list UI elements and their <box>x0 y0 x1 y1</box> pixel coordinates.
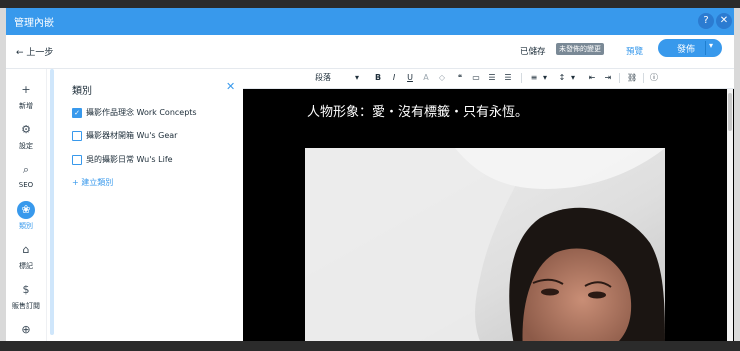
checkbox[interactable] <box>72 155 82 165</box>
post-image[interactable] <box>305 148 665 351</box>
help-icon[interactable]: ? <box>698 13 714 29</box>
background-window-strip <box>0 0 740 8</box>
plus-icon: + <box>21 83 31 96</box>
toolbar-divider <box>643 73 644 83</box>
category-label: 吳的攝影日常 Wu's Life <box>86 155 173 164</box>
panel-scrollbar[interactable] <box>50 69 54 335</box>
nav-label: SEO <box>18 181 34 189</box>
nav-item-seo[interactable]: ⌕ SEO <box>6 161 46 189</box>
nav-label: 新增 <box>19 102 33 110</box>
save-status: 已儲存 <box>520 47 546 57</box>
manage-post-modal: 管理內嵌 ? ✕ ← 上一步 已儲存 未發佈的變更 預覽 發佈 ▾ + 新增 ⚙… <box>6 8 734 351</box>
line-spacing-icon[interactable]: ↕ <box>557 72 567 84</box>
numbered-list-icon[interactable]: ☰ <box>487 72 497 84</box>
decrease-indent-icon[interactable]: ⇤ <box>587 72 597 84</box>
chevron-down-icon[interactable]: ▾ <box>709 41 713 50</box>
gear-icon: ⚙ <box>21 123 31 136</box>
chevron-down-icon[interactable]: ▾ <box>353 72 361 84</box>
nav-label: 類別 <box>19 222 33 230</box>
toolbar-divider <box>619 73 620 83</box>
panel-title: 類別 <box>72 86 92 97</box>
toolbar-divider <box>521 73 522 83</box>
categories-icon: ❀ <box>17 201 35 219</box>
search-icon: ⌕ <box>22 163 30 176</box>
checkbox-checked[interactable]: ✓ <box>72 108 82 118</box>
publish-button[interactable]: 發佈 ▾ <box>658 39 722 57</box>
post-editor[interactable]: 段落 ▾ B I U A ◇ ❝ ▭ ☰ ☰ ≡ ▾ ↕ ▾ ⇤ ⇥ ⛓ ⓘ 人… <box>243 69 734 351</box>
increase-indent-icon[interactable]: ⇥ <box>603 72 613 84</box>
nav-item-tags[interactable]: ⌂ 標記 <box>6 241 46 271</box>
globe-icon: ⊕ <box>21 323 31 336</box>
info-icon[interactable]: ⓘ <box>649 72 659 84</box>
scroll-thumb[interactable] <box>728 93 732 131</box>
nav-label: 設定 <box>19 142 33 150</box>
left-nav: + 新增 ⚙ 設定 ⌕ SEO ❀ 類別 ⌂ 標記 $ 販售訂閱 ⊕ 翻譯 <box>6 69 47 351</box>
editor-toolbar: 段落 ▾ B I U A ◇ ❝ ▭ ☰ ☰ ≡ ▾ ↕ ▾ ⇤ ⇥ ⛓ ⓘ <box>243 69 734 89</box>
editor-scrollbar[interactable] <box>727 89 733 351</box>
underline-button[interactable]: U <box>405 72 415 84</box>
nav-label: 販售訂閱 <box>12 302 40 310</box>
dollar-icon: $ <box>22 283 30 296</box>
align-icon[interactable]: ≡ <box>529 72 539 84</box>
publish-divider <box>705 41 706 55</box>
nav-item-subscriptions[interactable]: $ 販售訂閱 <box>6 281 46 311</box>
post-heading[interactable]: 人物形象：愛・沒有標籤・只有永恆。 <box>307 101 528 120</box>
portrait-photo <box>305 148 665 351</box>
link-icon[interactable]: ⛓ <box>627 72 637 84</box>
categories-panel: 類別 ✕ ✓ 攝影作品理念 Work Concepts 攝影器材開箱 Wu's … <box>50 69 242 351</box>
paragraph-style-select[interactable]: 段落 <box>311 72 335 84</box>
editor-topbar: ← 上一步 已儲存 未發佈的變更 預覽 發佈 ▾ <box>6 35 734 69</box>
nav-item-settings[interactable]: ⚙ 設定 <box>6 121 46 151</box>
unpublished-badge: 未發佈的變更 <box>556 43 604 55</box>
close-icon[interactable]: ✕ <box>716 13 732 29</box>
close-icon[interactable]: ✕ <box>226 80 235 93</box>
nav-item-add[interactable]: + 新增 <box>6 81 46 111</box>
checkbox[interactable] <box>72 131 82 141</box>
modal-titlebar: 管理內嵌 ? ✕ <box>6 8 734 35</box>
background-page-strip <box>0 341 740 351</box>
create-category-button[interactable]: + 建立類別 <box>72 177 113 188</box>
chevron-down-icon[interactable]: ▾ <box>569 72 577 84</box>
publish-label: 發佈 <box>676 45 695 55</box>
chevron-down-icon[interactable]: ▾ <box>541 72 549 84</box>
bold-button[interactable]: B <box>373 72 383 84</box>
highlight-icon[interactable]: ◇ <box>437 72 447 84</box>
tag-icon: ⌂ <box>22 243 30 256</box>
bullet-list-icon[interactable]: ☰ <box>503 72 513 84</box>
code-icon[interactable]: ▭ <box>471 72 481 84</box>
italic-button[interactable]: I <box>389 72 399 84</box>
category-label: 攝影作品理念 Work Concepts <box>86 108 197 117</box>
nav-label: 標記 <box>19 262 33 270</box>
preview-button[interactable]: 預覽 <box>626 45 643 57</box>
category-label: 攝影器材開箱 Wu's Gear <box>86 131 178 140</box>
modal-title: 管理內嵌 <box>14 18 54 29</box>
back-button[interactable]: ← 上一步 <box>16 45 53 58</box>
nav-item-categories[interactable]: ❀ 類別 <box>6 201 46 231</box>
quote-icon[interactable]: ❝ <box>455 72 465 84</box>
text-color-icon[interactable]: A <box>421 72 431 84</box>
